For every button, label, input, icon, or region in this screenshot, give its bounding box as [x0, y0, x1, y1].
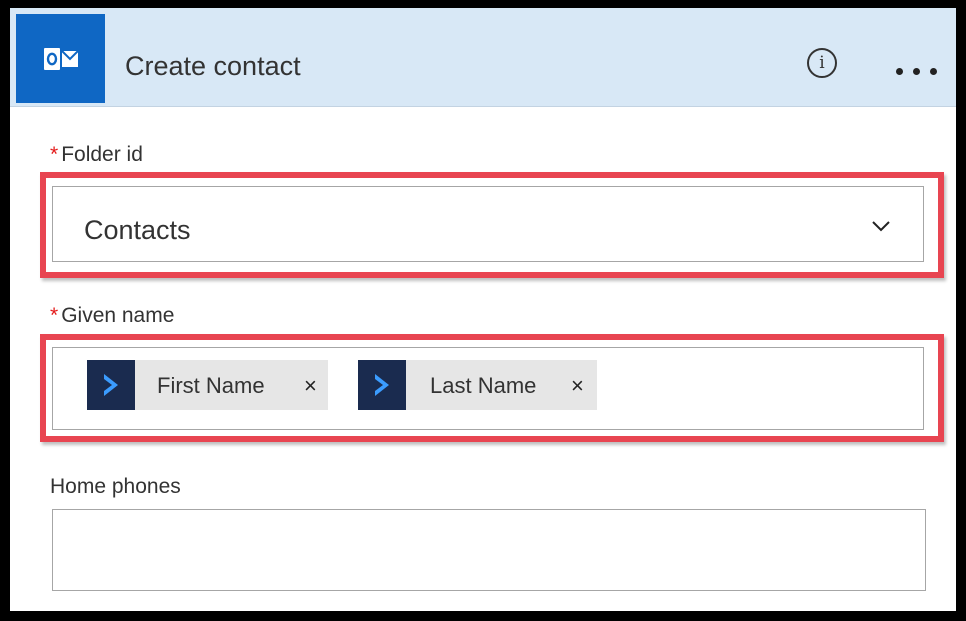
- card-header: Create contact i: [10, 8, 956, 107]
- home-phones-input[interactable]: [52, 509, 926, 591]
- folder-id-label: * Folder id: [50, 142, 143, 168]
- home-phones-label: Home phones: [50, 475, 181, 498]
- folder-id-highlight: [40, 172, 944, 278]
- folder-id-label-text: Folder id: [61, 143, 143, 166]
- info-icon[interactable]: i: [807, 48, 837, 78]
- given-name-label-text: Given name: [61, 304, 175, 327]
- required-marker: *: [50, 304, 59, 327]
- create-contact-card: Create contact i * Folder id Contacts * Gi…: [10, 8, 956, 611]
- card-title: Create contact: [125, 51, 301, 81]
- more-options-icon[interactable]: [892, 62, 942, 78]
- given-name-highlight: [40, 334, 944, 442]
- required-marker: *: [50, 143, 59, 166]
- given-name-label: * Given name: [50, 303, 174, 329]
- outlook-icon: [16, 14, 105, 103]
- info-glyph: i: [819, 53, 825, 73]
